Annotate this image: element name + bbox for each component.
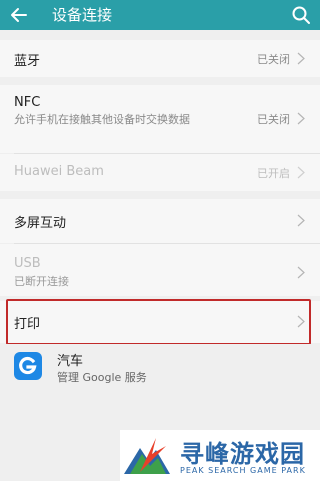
watermark-chinese: 寻峰游戏园: [180, 440, 305, 468]
app-header: 设备连接: [0, 0, 320, 30]
chevron-right-icon: [297, 214, 305, 227]
multi-screen-row[interactable]: 多屏互动: [0, 199, 320, 243]
back-arrow-icon[interactable]: [8, 4, 30, 26]
bluetooth-label: 蓝牙: [14, 54, 41, 69]
app-subtitle: 管理 Google 服务: [57, 371, 147, 384]
chevron-right-icon: [297, 266, 305, 279]
nfc-status: 已关闭: [257, 113, 290, 126]
app-list-item[interactable]: 汽车 管理 Google 服务: [0, 344, 320, 392]
highlight-box: [6, 299, 311, 345]
bluetooth-row[interactable]: 蓝牙 已关闭: [0, 40, 320, 77]
mountain-logo-icon: [124, 438, 170, 474]
nfc-description: 允许手机在接触其他设备时交换数据: [14, 113, 190, 126]
page-title: 设备连接: [52, 6, 113, 24]
watermark-english: PEAK SEARCH GAME PARK: [180, 466, 306, 475]
chevron-right-icon: [297, 112, 305, 125]
search-icon[interactable]: [290, 4, 312, 26]
nfc-row[interactable]: NFC 允许手机在接触其他设备时交换数据 已关闭: [0, 85, 320, 153]
section-gap: [0, 191, 320, 199]
section-gap: [0, 77, 320, 85]
usb-status: 已断开连接: [14, 275, 69, 288]
bluetooth-status: 已关闭: [257, 53, 290, 66]
app-title: 汽车: [57, 354, 84, 369]
usb-label: USB: [14, 256, 41, 271]
multi-screen-label: 多屏互动: [14, 216, 67, 231]
huawei-beam-row[interactable]: Huawei Beam 已开启: [0, 154, 320, 191]
watermark: 寻峰游戏园 PEAK SEARCH GAME PARK: [120, 430, 320, 481]
huawei-beam-status: 已开启: [257, 167, 290, 180]
chevron-right-icon: [297, 166, 305, 179]
google-g-icon: [14, 352, 42, 380]
chevron-right-icon: [297, 52, 305, 65]
usb-row[interactable]: USB 已断开连接: [0, 244, 320, 296]
nfc-label: NFC: [14, 95, 41, 110]
huawei-beam-label: Huawei Beam: [14, 164, 104, 179]
